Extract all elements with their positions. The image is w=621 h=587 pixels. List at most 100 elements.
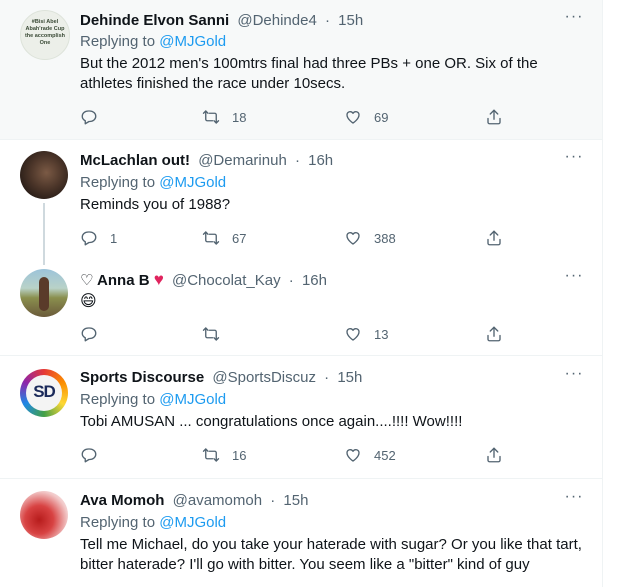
share-icon xyxy=(487,109,501,125)
mention-link[interactable]: @MJGold xyxy=(159,33,226,50)
reply-button[interactable]: 1 xyxy=(80,228,117,248)
retweet-icon xyxy=(202,448,220,462)
more-icon[interactable]: ··· xyxy=(564,9,584,31)
retweet-icon xyxy=(202,110,220,124)
display-name[interactable]: ♡ Anna B xyxy=(80,272,150,289)
share-button[interactable] xyxy=(485,324,503,344)
timestamp[interactable]: 16h xyxy=(302,272,327,289)
display-name[interactable]: Ava Momoh xyxy=(80,492,164,509)
like-icon xyxy=(346,448,360,462)
retweet-button[interactable]: 67 xyxy=(202,228,246,248)
timestamp[interactable]: 15h xyxy=(283,492,308,509)
retweet-count: 67 xyxy=(232,230,247,246)
separator-dot: · xyxy=(324,12,330,29)
replying-prefix: Replying to xyxy=(80,174,160,191)
more-icon[interactable]: ··· xyxy=(564,149,584,171)
avatar[interactable] xyxy=(20,151,68,199)
more-icon[interactable]: ··· xyxy=(564,268,584,290)
avatar[interactable]: SD xyxy=(20,369,68,417)
mention-link[interactable]: @MJGold xyxy=(159,174,226,191)
username[interactable]: @Dehinde4 xyxy=(237,12,316,29)
replying-to: Replying to @MJGold xyxy=(80,390,226,410)
retweet-count: 16 xyxy=(232,447,247,463)
like-icon xyxy=(346,231,360,245)
tweet-header: Sports Discourse @SportsDiscuz · 15h xyxy=(80,368,572,388)
share-button[interactable] xyxy=(485,445,503,465)
tweet-text: 😄 xyxy=(80,293,97,310)
avatar[interactable]: #Bisi Abel Abah'rade Cup the accomplish … xyxy=(20,10,70,60)
reply-count: 1 xyxy=(110,230,118,246)
retweet-button[interactable]: 16 xyxy=(202,445,246,465)
tweet-text: Reminds you of 1988? xyxy=(80,196,231,213)
timestamp[interactable]: 15h xyxy=(337,369,362,386)
avatar-figure xyxy=(39,277,49,311)
like-icon xyxy=(346,327,360,341)
tweet-text: Tell me Michael, do you take your hatera… xyxy=(80,536,582,573)
like-count: 388 xyxy=(374,230,396,246)
display-name[interactable]: McLachlan out! xyxy=(80,152,190,169)
tweet-header: Ava Momoh @avamomoh · 15h xyxy=(80,491,572,511)
replying-to: Replying to @MJGold xyxy=(80,513,226,533)
replying-prefix: Replying to xyxy=(80,33,160,50)
separator-dot: · xyxy=(294,152,300,169)
reply-icon xyxy=(81,327,97,342)
more-icon[interactable]: ··· xyxy=(564,489,584,511)
replying-to: Replying to @MJGold xyxy=(80,32,226,52)
separator-dot: · xyxy=(270,492,276,509)
like-icon xyxy=(346,110,360,124)
retweet-button[interactable] xyxy=(202,324,232,344)
display-name[interactable]: Sports Discourse xyxy=(80,369,204,386)
reply-button[interactable] xyxy=(80,324,110,344)
avatar[interactable] xyxy=(20,491,68,539)
like-count: 452 xyxy=(374,447,396,463)
timestamp[interactable]: 16h xyxy=(308,152,333,169)
tweet-card[interactable]: ♡ Anna B ♥ @Chocolat_Kay · 16h ··· 😄 13 xyxy=(0,262,602,356)
retweet-icon xyxy=(202,327,220,341)
tweet-actions: 18 69 xyxy=(80,107,520,127)
separator-dot: · xyxy=(288,272,294,289)
tweet-header: ♡ Anna B ♥ @Chocolat_Kay · 16h xyxy=(80,270,572,290)
like-button[interactable]: 388 xyxy=(344,228,396,248)
tweet-card[interactable]: #Bisi Abel Abah'rade Cup the accomplish … xyxy=(0,0,602,140)
replying-prefix: Replying to xyxy=(80,514,160,531)
like-button[interactable]: 69 xyxy=(344,107,388,127)
retweet-icon xyxy=(202,231,220,245)
thread-connector xyxy=(43,203,45,265)
tweet-header: Dehinde Elvon Sanni @Dehinde4 · 15h xyxy=(80,11,572,31)
tweet-text: But the 2012 men's 100mtrs final had thr… xyxy=(80,55,538,92)
username[interactable]: @SportsDiscuz xyxy=(212,369,316,386)
mention-link[interactable]: @MJGold xyxy=(159,391,226,408)
reply-icon xyxy=(81,231,97,246)
mention-link[interactable]: @MJGold xyxy=(159,514,226,531)
share-button[interactable] xyxy=(485,107,503,127)
column-divider xyxy=(602,0,603,587)
tweet-card[interactable]: McLachlan out! @Demarinuh · 16h ··· Repl… xyxy=(0,140,602,265)
tweet-card[interactable]: SD Sports Discourse @SportsDiscuz · 15h … xyxy=(0,356,602,479)
share-button[interactable] xyxy=(485,228,503,248)
avatar-text: SD xyxy=(33,382,56,401)
username[interactable]: @Chocolat_Kay xyxy=(172,272,281,289)
replying-to: Replying to @MJGold xyxy=(80,173,226,193)
share-icon xyxy=(487,447,501,463)
share-icon xyxy=(487,326,501,342)
retweet-button[interactable]: 18 xyxy=(202,107,246,127)
more-icon[interactable]: ··· xyxy=(564,366,584,388)
tweet-actions: 16 452 xyxy=(80,445,520,465)
reply-button[interactable] xyxy=(80,445,110,465)
tweet-actions: 13 xyxy=(80,324,520,344)
tweet-card[interactable]: Ava Momoh @avamomoh · 15h ··· Replying t… xyxy=(0,479,602,587)
like-button[interactable]: 13 xyxy=(344,324,388,344)
avatar-text: #Bisi Abel Abah'rade Cup the accomplish … xyxy=(24,19,66,46)
tweet-text: Tobi AMUSAN ... congratulations once aga… xyxy=(80,413,463,430)
reply-button[interactable] xyxy=(80,107,110,127)
tweet-header: McLachlan out! @Demarinuh · 16h xyxy=(80,151,572,171)
like-button[interactable]: 452 xyxy=(344,445,396,465)
timestamp[interactable]: 15h xyxy=(338,12,363,29)
username[interactable]: @avamomoh xyxy=(173,492,262,509)
like-count: 69 xyxy=(374,109,389,125)
replying-prefix: Replying to xyxy=(80,391,160,408)
avatar[interactable] xyxy=(20,269,68,317)
display-name[interactable]: Dehinde Elvon Sanni xyxy=(80,12,229,29)
heart-emoji-icon: ♥ xyxy=(153,270,164,289)
username[interactable]: @Demarinuh xyxy=(198,152,287,169)
